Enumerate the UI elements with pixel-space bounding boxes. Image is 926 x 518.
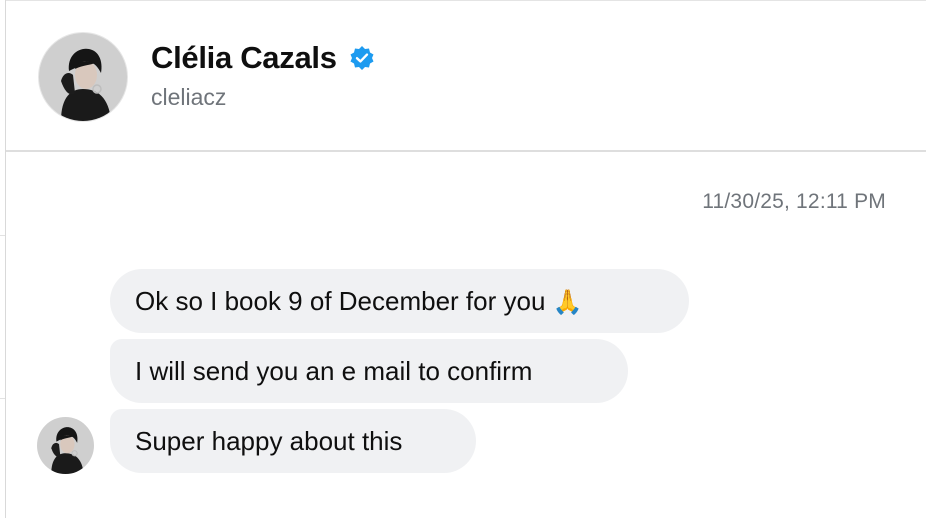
praying-hands-icon: 🙏 <box>552 289 583 316</box>
profile-photo-icon <box>37 417 94 474</box>
profile-handle[interactable]: cleliacz <box>151 84 226 111</box>
conversation-header: Clélia Cazals cleliacz <box>6 0 926 152</box>
profile-photo-icon <box>39 33 127 121</box>
message-text: Super happy about this <box>135 426 403 456</box>
profile-name-row: Clélia Cazals <box>151 40 375 76</box>
edge-divider <box>0 235 5 236</box>
sender-avatar[interactable] <box>37 417 94 474</box>
message-timestamp: 11/30/25, 12:11 PM <box>702 190 886 213</box>
profile-avatar[interactable] <box>38 32 128 122</box>
chat-window: Clélia Cazals cleliacz 11/30/25, 12:11 P… <box>0 0 926 518</box>
message-bubble[interactable]: Super happy about this <box>110 409 476 473</box>
message-text: I will send you an e mail to confirm <box>135 356 533 386</box>
message-bubble[interactable]: Ok so I book 9 of December for you 🙏 <box>110 269 689 333</box>
message-bubble[interactable]: I will send you an e mail to confirm <box>110 339 628 403</box>
message-text: Ok so I book 9 of December for you <box>135 286 546 316</box>
verified-badge-icon <box>349 45 375 71</box>
profile-name[interactable]: Clélia Cazals <box>151 40 337 76</box>
edge-divider <box>0 398 5 399</box>
